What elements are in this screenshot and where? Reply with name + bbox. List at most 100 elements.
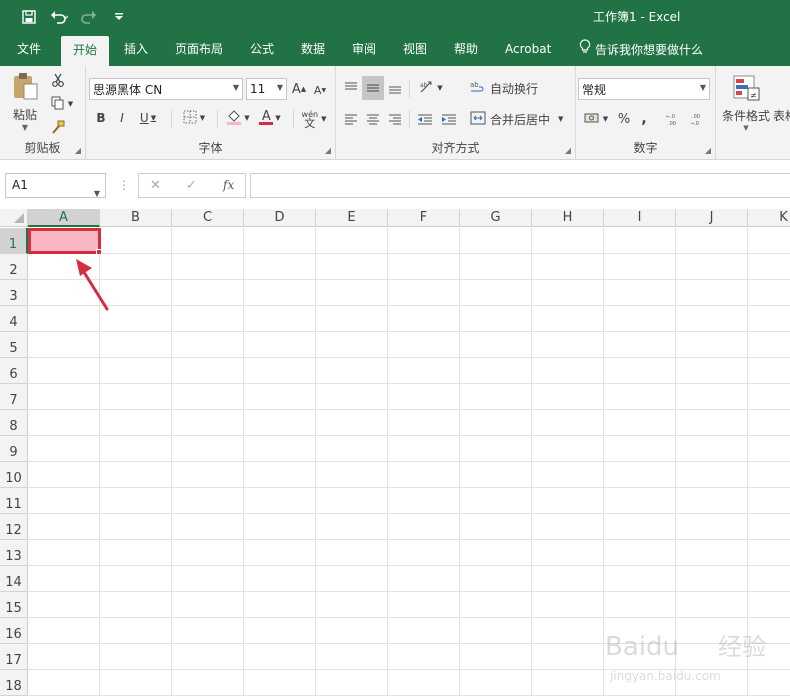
column-header-d[interactable]: D <box>244 209 316 227</box>
cell-c18[interactable] <box>172 670 244 696</box>
redo-icon[interactable] <box>76 6 102 28</box>
cell-e18[interactable] <box>316 670 388 696</box>
cell-h2[interactable] <box>532 254 604 280</box>
format-as-table-label[interactable]: 表格 <box>773 107 790 124</box>
cell-f12[interactable] <box>388 514 460 540</box>
cell-a11[interactable] <box>28 488 100 514</box>
tab-insert[interactable]: 插入 <box>120 34 152 66</box>
cell-b6[interactable] <box>100 358 172 384</box>
cell-d6[interactable] <box>244 358 316 384</box>
name-box[interactable]: A1 ▼ <box>5 173 106 198</box>
font-launcher-icon[interactable]: ◢ <box>325 146 331 155</box>
cell-c12[interactable] <box>172 514 244 540</box>
cell-k12[interactable] <box>748 514 790 540</box>
cell-d16[interactable] <box>244 618 316 644</box>
cell-c6[interactable] <box>172 358 244 384</box>
align-right-icon[interactable] <box>386 110 404 128</box>
italic-button[interactable]: I <box>115 109 129 127</box>
row-header-12[interactable]: 12 <box>0 514 28 540</box>
cell-c7[interactable] <box>172 384 244 410</box>
cell-g3[interactable] <box>460 280 532 306</box>
tell-me-search[interactable]: 告诉我你想要做什么 <box>575 34 707 66</box>
cell-h11[interactable] <box>532 488 604 514</box>
align-left-icon[interactable] <box>342 110 360 128</box>
row-header-2[interactable]: 2 <box>0 254 28 280</box>
cell-b1[interactable] <box>100 228 172 254</box>
cell-k15[interactable] <box>748 592 790 618</box>
cell-e9[interactable] <box>316 436 388 462</box>
fill-color-button[interactable]: ▼ <box>224 109 252 127</box>
cell-b8[interactable] <box>100 410 172 436</box>
cell-c9[interactable] <box>172 436 244 462</box>
cell-d8[interactable] <box>244 410 316 436</box>
undo-icon[interactable] <box>46 6 72 28</box>
cell-e1[interactable] <box>316 228 388 254</box>
cell-b13[interactable] <box>100 540 172 566</box>
cell-b16[interactable] <box>100 618 172 644</box>
row-header-11[interactable]: 11 <box>0 488 28 514</box>
cell-c16[interactable] <box>172 618 244 644</box>
cell-h7[interactable] <box>532 384 604 410</box>
cell-c8[interactable] <box>172 410 244 436</box>
cell-h10[interactable] <box>532 462 604 488</box>
tab-page-layout[interactable]: 页面布局 <box>171 34 227 66</box>
cell-j2[interactable] <box>676 254 748 280</box>
tab-formulas[interactable]: 公式 <box>246 34 278 66</box>
cell-f16[interactable] <box>388 618 460 644</box>
cell-a16[interactable] <box>28 618 100 644</box>
cell-j10[interactable] <box>676 462 748 488</box>
cell-g5[interactable] <box>460 332 532 358</box>
cell-j4[interactable] <box>676 306 748 332</box>
cell-i4[interactable] <box>604 306 676 332</box>
row-header-14[interactable]: 14 <box>0 566 28 592</box>
cell-j12[interactable] <box>676 514 748 540</box>
cell-g8[interactable] <box>460 410 532 436</box>
cell-i7[interactable] <box>604 384 676 410</box>
cell-f3[interactable] <box>388 280 460 306</box>
column-header-e[interactable]: E <box>316 209 388 227</box>
cell-d18[interactable] <box>244 670 316 696</box>
cell-f17[interactable] <box>388 644 460 670</box>
cell-g17[interactable] <box>460 644 532 670</box>
cell-d11[interactable] <box>244 488 316 514</box>
cell-g13[interactable] <box>460 540 532 566</box>
column-header-c[interactable]: C <box>172 209 244 227</box>
cell-g15[interactable] <box>460 592 532 618</box>
cell-g4[interactable] <box>460 306 532 332</box>
select-all-button[interactable] <box>0 209 28 227</box>
cell-a12[interactable] <box>28 514 100 540</box>
insert-function-icon[interactable]: fx <box>223 178 234 192</box>
cell-k2[interactable] <box>748 254 790 280</box>
cell-e4[interactable] <box>316 306 388 332</box>
cell-k1[interactable] <box>748 228 790 254</box>
cell-a14[interactable] <box>28 566 100 592</box>
cell-i15[interactable] <box>604 592 676 618</box>
cell-b14[interactable] <box>100 566 172 592</box>
cell-f5[interactable] <box>388 332 460 358</box>
cell-k11[interactable] <box>748 488 790 514</box>
cell-c2[interactable] <box>172 254 244 280</box>
more-handle-icon[interactable]: ⋮ <box>118 178 130 192</box>
cell-e14[interactable] <box>316 566 388 592</box>
row-header-13[interactable]: 13 <box>0 540 28 566</box>
format-painter-icon[interactable] <box>48 117 68 137</box>
cell-i10[interactable] <box>604 462 676 488</box>
cell-h4[interactable] <box>532 306 604 332</box>
cell-j6[interactable] <box>676 358 748 384</box>
cell-k13[interactable] <box>748 540 790 566</box>
cell-i5[interactable] <box>604 332 676 358</box>
increase-font-size-icon[interactable]: A ▲ <box>291 80 307 98</box>
copy-button[interactable]: ▼ <box>46 94 78 114</box>
percent-style-icon[interactable]: % <box>616 110 632 128</box>
cell-e16[interactable] <box>316 618 388 644</box>
cell-h8[interactable] <box>532 410 604 436</box>
cell-g2[interactable] <box>460 254 532 280</box>
cell-b15[interactable] <box>100 592 172 618</box>
cell-b17[interactable] <box>100 644 172 670</box>
tab-home[interactable]: 开始 <box>61 36 110 66</box>
cell-j15[interactable] <box>676 592 748 618</box>
cell-b7[interactable] <box>100 384 172 410</box>
cell-h14[interactable] <box>532 566 604 592</box>
save-icon[interactable] <box>16 6 42 28</box>
column-header-f[interactable]: F <box>388 209 460 227</box>
